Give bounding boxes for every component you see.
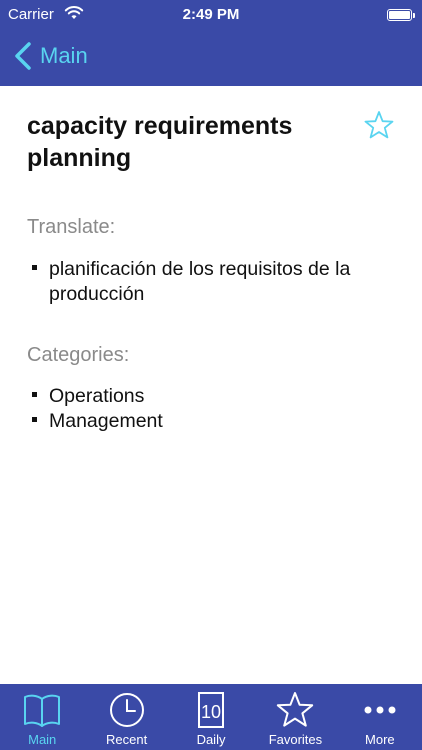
category-list: Operations Management — [30, 384, 400, 434]
top-bar: Carrier 2:49 PM Main — [0, 0, 422, 86]
tab-daily[interactable]: 10 Daily — [169, 684, 253, 750]
translate-label: Translate: — [27, 216, 116, 238]
back-button-label: Main — [40, 43, 88, 68]
term-title: capacity requirements planning — [27, 112, 293, 172]
tab-more-label: More — [365, 732, 395, 747]
tab-recent-label: Recent — [106, 732, 148, 747]
translation-item: planificación de los requisitos de la pr… — [30, 257, 400, 307]
tab-bar: Main Recent 10 Daily Favorites More — [0, 684, 422, 750]
tab-main-label: Main — [28, 732, 57, 747]
back-button[interactable]: Main — [14, 40, 88, 72]
status-bar: Carrier 2:49 PM — [0, 0, 422, 30]
battery-icon — [387, 9, 415, 21]
term-detail: capacity requirements planning Translate… — [0, 86, 422, 684]
translation-list: planificación de los requisitos de la pr… — [30, 257, 400, 307]
calendar-icon: 10 — [198, 692, 225, 728]
category-item-operations[interactable]: Operations — [30, 384, 400, 409]
tab-favorites-label: Favorites — [268, 732, 323, 747]
book-icon — [24, 694, 61, 727]
clock-icon — [109, 693, 144, 727]
categories-label: Categories: — [27, 344, 130, 366]
tab-more[interactable]: More — [338, 684, 422, 750]
star-icon — [277, 692, 314, 727]
category-item-management[interactable]: Management — [30, 409, 400, 434]
calendar-day-number: 10 — [201, 702, 221, 722]
tab-daily-label: Daily — [196, 732, 226, 747]
app-screen: Carrier 2:49 PM Main capacity requiremen… — [0, 0, 422, 750]
chevron-left-icon — [15, 42, 31, 70]
tab-recent[interactable]: Recent — [84, 684, 168, 750]
status-time: 2:49 PM — [182, 6, 240, 23]
more-icon — [364, 706, 396, 714]
tab-favorites[interactable]: Favorites — [253, 684, 337, 750]
tab-main[interactable]: Main — [0, 684, 84, 750]
favorite-star-icon[interactable] — [363, 110, 395, 140]
